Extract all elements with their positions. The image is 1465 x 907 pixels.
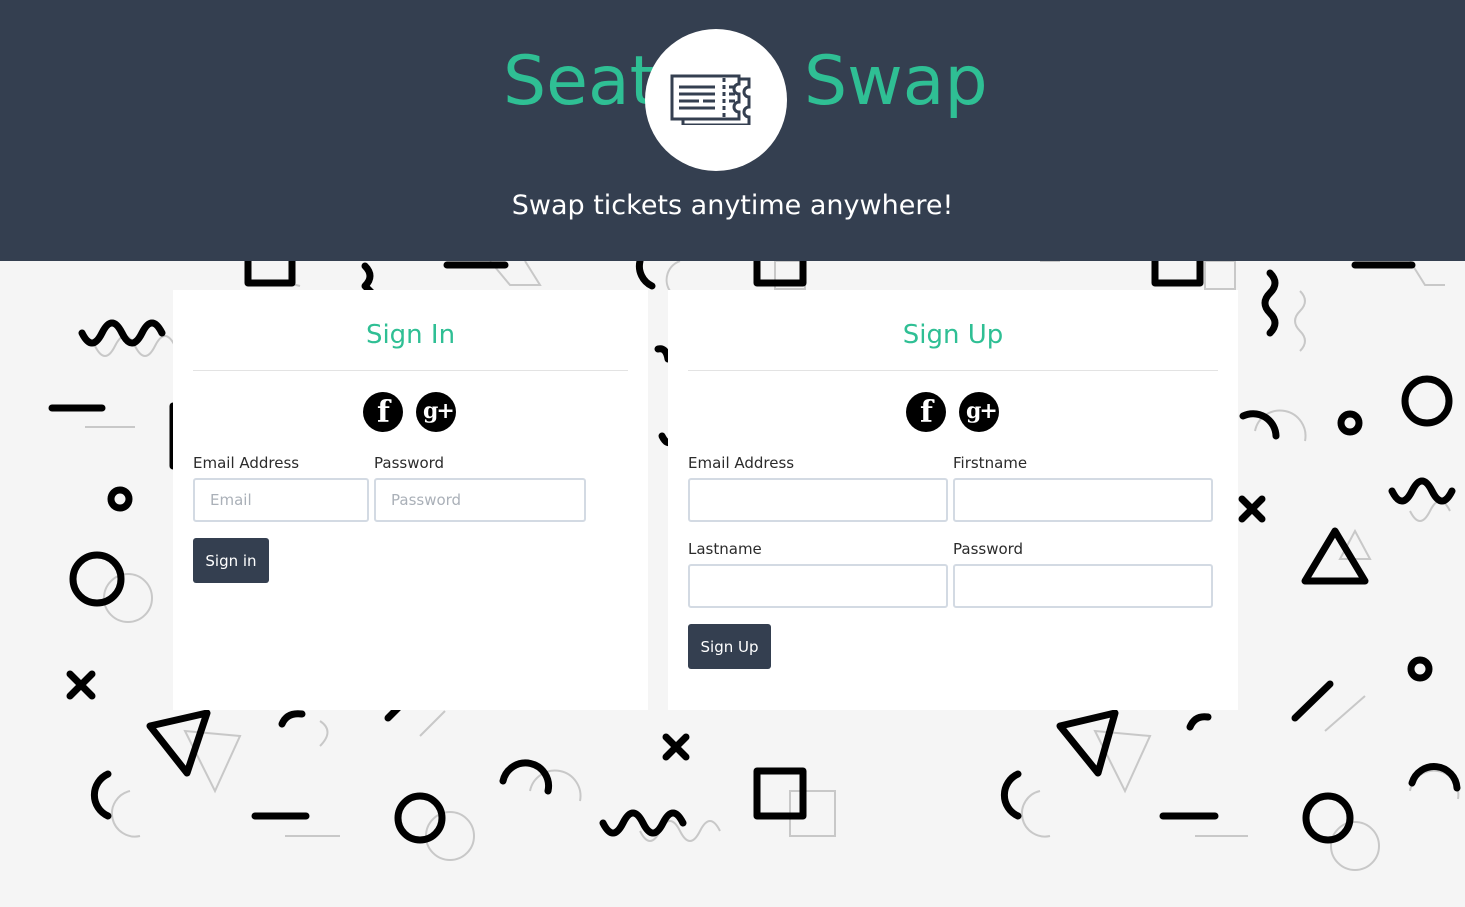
google-plus-icon: g+ <box>966 398 998 424</box>
signup-firstname-input[interactable] <box>953 478 1213 522</box>
brand-title-right: Swap <box>804 42 988 121</box>
signin-title: Sign In <box>365 320 456 350</box>
facebook-icon: f <box>920 395 933 430</box>
tagline: Swap tickets anytime anywhere! <box>511 190 954 221</box>
signin-password-label: Password <box>374 454 445 472</box>
header-banner: Seat Swap Swap tickets anytime anywhere! <box>0 0 1465 261</box>
signup-password-input[interactable] <box>953 564 1213 608</box>
signin-email-label: Email Address <box>193 454 300 472</box>
ticket-icon <box>670 74 751 125</box>
signup-lastname-input[interactable] <box>688 564 948 608</box>
signup-email-input[interactable] <box>688 478 948 522</box>
signup-email-label: Email Address <box>688 454 795 472</box>
signin-email-input[interactable] <box>193 478 369 522</box>
signup-title: Sign Up <box>902 320 1004 350</box>
signup-firstname-label: Firstname <box>953 454 1028 472</box>
signup-button[interactable]: Sign Up <box>688 624 771 669</box>
signin-button[interactable]: Sign in <box>193 538 269 583</box>
signin-password-input[interactable] <box>374 478 586 522</box>
divider <box>193 370 628 371</box>
divider <box>688 370 1218 371</box>
signup-lastname-label: Lastname <box>688 540 762 558</box>
facebook-icon: f <box>377 395 390 430</box>
signup-card: Sign Up f g+ Email Address Firstname Las… <box>668 290 1238 710</box>
signup-password-label: Password <box>953 540 1024 558</box>
google-plus-icon: g+ <box>423 398 455 424</box>
logo <box>645 29 787 171</box>
brand-title-left: Seat <box>503 42 657 121</box>
facebook-button[interactable]: f <box>363 392 403 432</box>
signin-card: Sign In f g+ Email Address Password Sign… <box>173 290 648 710</box>
facebook-button[interactable]: f <box>906 392 946 432</box>
google-plus-button[interactable]: g+ <box>416 392 456 432</box>
google-plus-button[interactable]: g+ <box>959 392 999 432</box>
